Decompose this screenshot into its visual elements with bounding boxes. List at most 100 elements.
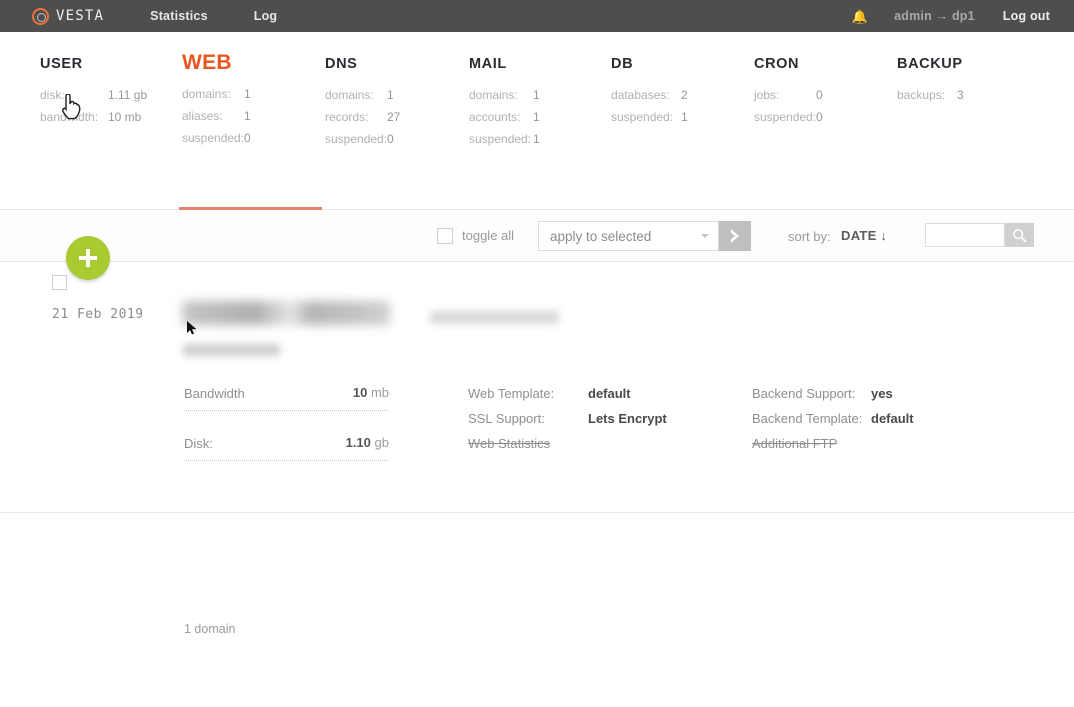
stat-group-cron: CRON jobs:0 suspended:0 — [754, 56, 823, 132]
stat-value: 3 — [957, 88, 964, 102]
notification-bell-icon[interactable]: 🔔 — [852, 10, 868, 23]
stat-label: domains: — [469, 88, 533, 102]
stat-value: 0 — [387, 132, 394, 146]
stat-value: 0 — [816, 88, 823, 102]
detail-ssl-support: SSL Support:Lets Encrypt — [468, 411, 667, 436]
stat-label: accounts: — [469, 110, 533, 124]
search-input[interactable] — [925, 223, 1005, 247]
stat-group-backup: BACKUP backups:3 — [897, 56, 964, 110]
web-details-right: Backend Support:yes Backend Template:def… — [752, 386, 914, 461]
apply-to-selected-select[interactable]: apply to selected — [538, 221, 719, 251]
stat-value: 0 — [816, 110, 823, 124]
stat-label: suspended: — [182, 131, 244, 145]
stat-value: 1 — [387, 88, 394, 102]
stat-row: aliases:1 — [182, 109, 251, 131]
sort-by-value[interactable]: DATE ↓ — [841, 228, 887, 243]
detail-key: Backend Support: — [752, 386, 871, 401]
stat-label: domains: — [325, 88, 387, 102]
row-separator — [0, 512, 1074, 513]
disk-meter: Disk: 1.10 gb — [184, 435, 389, 461]
row-date: 21 Feb 2019 — [52, 307, 144, 322]
stat-row: suspended:1 — [611, 110, 688, 132]
stat-label: backups: — [897, 88, 957, 102]
stat-value: 1 — [533, 88, 540, 102]
domain-count-label: 1 domain — [184, 622, 235, 636]
disk-number: 1.10 — [346, 435, 371, 450]
domain-aliases-redacted — [430, 311, 559, 324]
stat-label: disk: — [40, 88, 108, 102]
detail-web-template: Web Template:default — [468, 386, 667, 411]
chevron-down-icon — [701, 234, 709, 238]
vesta-ring-icon — [32, 8, 49, 25]
detail-key: Additional FTP — [752, 436, 871, 451]
stat-value: 1 — [244, 109, 251, 123]
stat-row: jobs:0 — [754, 88, 823, 110]
disk-value: 1.10 gb — [346, 435, 389, 450]
stat-group-mail: MAIL domains:1 accounts:1 suspended:1 — [469, 56, 540, 154]
sort-by-label: sort by: — [788, 229, 831, 244]
detail-backend-template: Backend Template:default — [752, 411, 914, 436]
bandwidth-label: Bandwidth — [184, 386, 245, 401]
stat-value: 0 — [244, 131, 251, 145]
nav-item-statistics[interactable]: Statistics — [150, 9, 208, 23]
chevron-right-icon — [728, 228, 742, 244]
stat-row: accounts:1 — [469, 110, 540, 132]
detail-web-statistics[interactable]: Web Statistics — [468, 436, 667, 461]
stats-panel: USER disk:1.11 gb bandwidth:10 mb WEB do… — [0, 32, 1074, 210]
add-web-domain-button[interactable] — [66, 236, 110, 280]
stat-row: domains:1 — [469, 88, 540, 110]
stat-row: suspended:0 — [754, 110, 823, 132]
stat-label: aliases: — [182, 109, 244, 123]
web-details-middle: Web Template:default SSL Support:Lets En… — [468, 386, 667, 461]
stat-group-user: USER disk:1.11 gb bandwidth:10 mb — [40, 56, 147, 132]
stat-row: domains:1 — [325, 88, 400, 110]
stat-value: 1 — [533, 110, 540, 124]
detail-value: yes — [871, 386, 893, 401]
stat-group-db: DB databases:2 suspended:1 — [611, 56, 688, 132]
toggle-all-checkbox[interactable] — [437, 228, 453, 244]
detail-additional-ftp[interactable]: Additional FTP — [752, 436, 914, 461]
logout-link[interactable]: Log out — [1003, 9, 1050, 23]
stat-row: domains:1 — [182, 87, 251, 109]
search-button[interactable] — [1005, 223, 1034, 247]
list-toolbar — [0, 210, 1074, 262]
domain-name-redacted[interactable] — [182, 301, 390, 325]
stat-label: suspended: — [325, 132, 387, 146]
top-nav-links: Statistics Log — [150, 9, 323, 23]
stat-title-cron[interactable]: CRON — [754, 56, 823, 72]
apply-go-button[interactable] — [719, 221, 751, 251]
stat-row: bandwidth:10 mb — [40, 110, 147, 132]
vesta-logo[interactable]: VESTA — [32, 0, 104, 32]
apply-to-selected-value: apply to selected — [550, 229, 651, 244]
search-icon — [1012, 228, 1027, 243]
stat-row: records:27 — [325, 110, 400, 132]
stat-title-user[interactable]: USER — [40, 56, 147, 72]
domain-ip-redacted — [183, 344, 280, 356]
stat-value: 1 — [244, 87, 251, 101]
bandwidth-meter: Bandwidth 10 mb — [184, 385, 389, 411]
stat-title-db[interactable]: DB — [611, 56, 688, 72]
stat-group-dns: DNS domains:1 records:27 suspended:0 — [325, 56, 400, 154]
logo-label: VESTA — [56, 8, 104, 24]
stat-label: domains: — [182, 87, 244, 101]
stat-value: 2 — [681, 88, 688, 102]
detail-key: Backend Template: — [752, 411, 871, 426]
bandwidth-value: 10 mb — [353, 385, 389, 400]
stat-row: suspended:0 — [325, 132, 400, 154]
stat-title-backup[interactable]: BACKUP — [897, 56, 964, 72]
nav-item-log[interactable]: Log — [254, 9, 278, 23]
detail-value: default — [871, 411, 914, 426]
stat-title-mail[interactable]: MAIL — [469, 56, 540, 72]
stat-title-web[interactable]: WEB — [182, 51, 251, 75]
stat-row: databases:2 — [611, 88, 688, 110]
top-right-group: 🔔 admin → dp1 Log out — [852, 9, 1050, 23]
toggle-all-label[interactable]: toggle all — [462, 228, 514, 243]
stat-label: records: — [325, 110, 387, 124]
stat-value: 1 — [533, 132, 540, 146]
stat-label: suspended: — [611, 110, 681, 124]
current-user-label[interactable]: admin → dp1 — [894, 9, 975, 23]
stat-value: 10 mb — [108, 110, 141, 124]
stat-title-dns[interactable]: DNS — [325, 56, 400, 72]
row-select-checkbox[interactable] — [52, 275, 67, 290]
top-navigation-bar: VESTA Statistics Log 🔔 admin → dp1 Log o… — [0, 0, 1074, 32]
